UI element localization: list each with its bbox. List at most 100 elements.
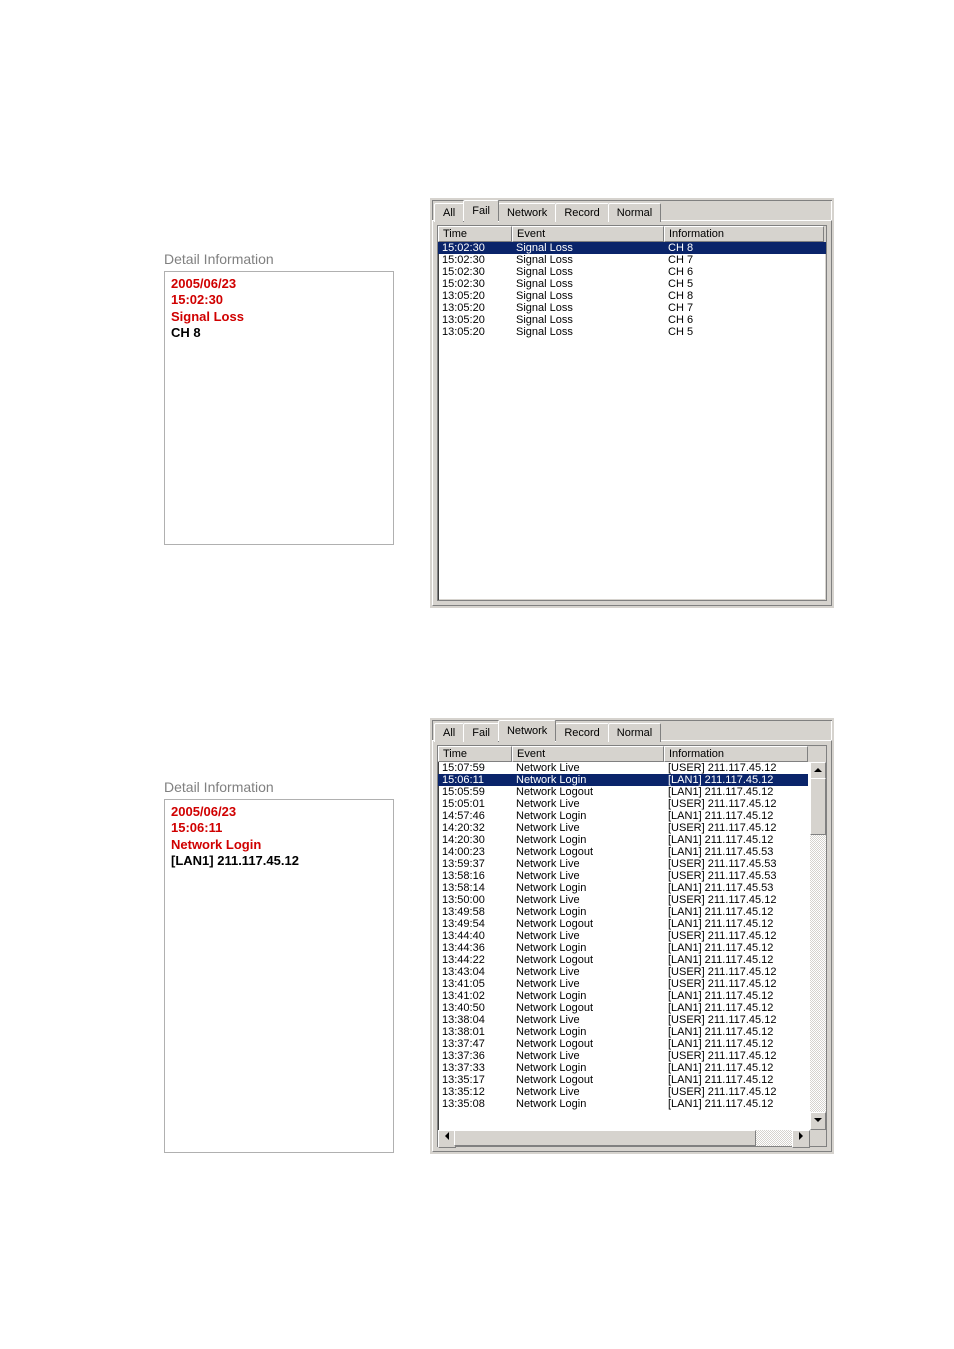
table-row[interactable]: 15:05:59Network Logout[LAN1] 211.117.45.… bbox=[438, 786, 808, 798]
cell: 13:41:05 bbox=[438, 978, 512, 990]
tab-fail[interactable]: Fail bbox=[463, 723, 499, 742]
table-row[interactable]: 13:49:54Network Logout[LAN1] 211.117.45.… bbox=[438, 918, 808, 930]
cell: 14:57:46 bbox=[438, 810, 512, 822]
table-row[interactable]: 13:35:12Network Live[USER] 211.117.45.12 bbox=[438, 1086, 808, 1098]
detail-line: 15:02:30 bbox=[171, 292, 387, 308]
column-header-information[interactable]: Information bbox=[664, 226, 824, 242]
table-row[interactable]: 13:35:17Network Logout[LAN1] 211.117.45.… bbox=[438, 1074, 808, 1086]
cell: [LAN1] 211.117.45.12 bbox=[664, 1074, 808, 1086]
table-row[interactable]: 15:05:01Network Live[USER] 211.117.45.12 bbox=[438, 798, 808, 810]
table-row[interactable]: 13:05:20Signal LossCH 6 bbox=[438, 314, 826, 326]
table-row[interactable]: 13:58:14Network Login[LAN1] 211.117.45.5… bbox=[438, 882, 808, 894]
tab-network[interactable]: Network bbox=[498, 203, 556, 222]
event-list[interactable]: TimeEventInformation 15:02:30Signal Loss… bbox=[437, 225, 827, 601]
table-row[interactable]: 15:02:30Signal LossCH 6 bbox=[438, 266, 826, 278]
column-header-time[interactable]: Time bbox=[438, 746, 512, 762]
table-row[interactable]: 13:41:05Network Live[USER] 211.117.45.12 bbox=[438, 978, 808, 990]
cell: [LAN1] 211.117.45.12 bbox=[664, 1038, 808, 1050]
cell: Network Logout bbox=[512, 1002, 664, 1014]
table-row[interactable]: 14:20:32Network Live[USER] 211.117.45.12 bbox=[438, 822, 808, 834]
cell: [USER] 211.117.45.12 bbox=[664, 762, 808, 774]
tab-normal[interactable]: Normal bbox=[608, 203, 661, 222]
table-row[interactable]: 13:40:50Network Logout[LAN1] 211.117.45.… bbox=[438, 1002, 808, 1014]
table-row[interactable]: 13:44:22Network Logout[LAN1] 211.117.45.… bbox=[438, 954, 808, 966]
tab-fail[interactable]: Fail bbox=[463, 200, 499, 221]
detail-panel-1: Detail Information 2005/06/2315:02:30Sig… bbox=[164, 251, 394, 545]
table-row[interactable]: 13:49:58Network Login[LAN1] 211.117.45.1… bbox=[438, 906, 808, 918]
vertical-scrollbar[interactable] bbox=[810, 762, 826, 1130]
column-header-event[interactable]: Event bbox=[512, 226, 664, 242]
column-header-time[interactable]: Time bbox=[438, 226, 512, 242]
detail-line: Network Login bbox=[171, 837, 387, 853]
cell: 15:02:30 bbox=[438, 278, 512, 290]
table-row[interactable]: 13:38:01Network Login[LAN1] 211.117.45.1… bbox=[438, 1026, 808, 1038]
table-row[interactable]: 13:59:37Network Live[USER] 211.117.45.53 bbox=[438, 858, 808, 870]
cell: 13:35:17 bbox=[438, 1074, 512, 1086]
table-row[interactable]: 13:58:16Network Live[USER] 211.117.45.53 bbox=[438, 870, 808, 882]
table-row[interactable]: 13:41:02Network Login[LAN1] 211.117.45.1… bbox=[438, 990, 808, 1002]
scroll-thumb[interactable] bbox=[810, 778, 826, 835]
cell: 13:38:01 bbox=[438, 1026, 512, 1038]
table-row[interactable]: 15:02:30Signal LossCH 7 bbox=[438, 254, 826, 266]
tab-network[interactable]: Network bbox=[498, 720, 556, 741]
column-header-event[interactable]: Event bbox=[512, 746, 664, 762]
table-row[interactable]: 13:50:00Network Live[USER] 211.117.45.12 bbox=[438, 894, 808, 906]
table-row[interactable]: 13:37:36Network Live[USER] 211.117.45.12 bbox=[438, 1050, 808, 1062]
scroll-track[interactable] bbox=[810, 778, 826, 1114]
cell: [USER] 211.117.45.12 bbox=[664, 1014, 808, 1026]
tab-record[interactable]: Record bbox=[555, 723, 608, 742]
tab-all[interactable]: All bbox=[434, 203, 464, 222]
cell: Network Logout bbox=[512, 786, 664, 798]
cell: [USER] 211.117.45.53 bbox=[664, 870, 808, 882]
cell: Signal Loss bbox=[512, 314, 664, 326]
column-header-information[interactable]: Information bbox=[664, 746, 808, 762]
cell: [LAN1] 211.117.45.12 bbox=[664, 1062, 808, 1074]
cell: Network Live bbox=[512, 1050, 664, 1062]
cell: Network Live bbox=[512, 978, 664, 990]
tab-all[interactable]: All bbox=[434, 723, 464, 742]
table-row[interactable]: 13:05:20Signal LossCH 7 bbox=[438, 302, 826, 314]
table-row[interactable]: 14:00:23Network Logout[LAN1] 211.117.45.… bbox=[438, 846, 808, 858]
chevron-up-icon bbox=[814, 768, 822, 772]
table-row[interactable]: 13:05:20Signal LossCH 8 bbox=[438, 290, 826, 302]
cell: [LAN1] 211.117.45.12 bbox=[664, 1026, 808, 1038]
detail-line: [LAN1] 211.117.45.12 bbox=[171, 853, 387, 869]
table-row[interactable]: 14:57:46Network Login[LAN1] 211.117.45.1… bbox=[438, 810, 808, 822]
cell: Network Live bbox=[512, 1014, 664, 1026]
cell: 13:37:36 bbox=[438, 1050, 512, 1062]
table-row[interactable]: 13:37:33Network Login[LAN1] 211.117.45.1… bbox=[438, 1062, 808, 1074]
table-row[interactable]: 14:20:30Network Login[LAN1] 211.117.45.1… bbox=[438, 834, 808, 846]
table-row[interactable]: 15:02:30Signal LossCH 5 bbox=[438, 278, 826, 290]
tab-record[interactable]: Record bbox=[555, 203, 608, 222]
table-row[interactable]: 15:07:59Network Live[USER] 211.117.45.12 bbox=[438, 762, 808, 774]
table-row[interactable]: 15:06:11Network Login[LAN1] 211.117.45.1… bbox=[438, 774, 808, 786]
cell: 14:20:32 bbox=[438, 822, 512, 834]
detail-line: 15:06:11 bbox=[171, 820, 387, 836]
cell: Network Live bbox=[512, 966, 664, 978]
tab-normal[interactable]: Normal bbox=[608, 723, 661, 742]
cell: 15:02:30 bbox=[438, 242, 512, 254]
cell: 15:06:11 bbox=[438, 774, 512, 786]
scroll-thumb[interactable] bbox=[454, 1130, 756, 1146]
cell: 13:35:12 bbox=[438, 1086, 512, 1098]
table-row[interactable]: 15:02:30Signal LossCH 8 bbox=[438, 242, 826, 254]
scroll-right-button[interactable] bbox=[792, 1130, 810, 1148]
cell: [LAN1] 211.117.45.12 bbox=[664, 990, 808, 1002]
scroll-down-button[interactable] bbox=[810, 1112, 826, 1130]
table-row[interactable]: 13:44:40Network Live[USER] 211.117.45.12 bbox=[438, 930, 808, 942]
table-row[interactable]: 13:38:04Network Live[USER] 211.117.45.12 bbox=[438, 1014, 808, 1026]
event-list[interactable]: TimeEventInformation 15:07:59Network Liv… bbox=[437, 745, 827, 1147]
cell: [USER] 211.117.45.12 bbox=[664, 894, 808, 906]
cell: Network Login bbox=[512, 810, 664, 822]
table-row[interactable]: 13:44:36Network Login[LAN1] 211.117.45.1… bbox=[438, 942, 808, 954]
cell: Signal Loss bbox=[512, 242, 664, 254]
scroll-track[interactable] bbox=[454, 1130, 794, 1146]
cell: 13:58:16 bbox=[438, 870, 512, 882]
horizontal-scrollbar[interactable] bbox=[438, 1130, 826, 1146]
cell: Network Logout bbox=[512, 918, 664, 930]
table-row[interactable]: 13:37:47Network Logout[LAN1] 211.117.45.… bbox=[438, 1038, 808, 1050]
table-row[interactable]: 13:05:20Signal LossCH 5 bbox=[438, 326, 826, 338]
table-row[interactable]: 13:43:04Network Live[USER] 211.117.45.12 bbox=[438, 966, 808, 978]
table-row[interactable]: 13:35:08Network Login[LAN1] 211.117.45.1… bbox=[438, 1098, 808, 1110]
cell: Signal Loss bbox=[512, 254, 664, 266]
